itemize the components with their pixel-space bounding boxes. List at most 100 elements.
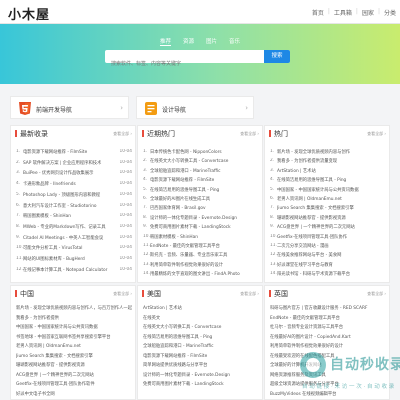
list-item[interactable]: 老男人资讯网 | OldmanEmu.net [16, 343, 132, 350]
item-title[interactable]: 巴西国家体育网 - Brasil.gov [150, 205, 240, 211]
item-title[interactable]: 全球船舶追踪和港口 - MarineTraffic [143, 343, 259, 349]
list-item[interactable]: 7. 巴西国家体育网 - Brasil.gov [143, 205, 259, 212]
item-title[interactable]: 韩国素材模板 - ShinHan [150, 234, 240, 240]
view-all-link[interactable]: 查看全部 › [113, 131, 132, 137]
item-title[interactable]: 斯托克 - 音频、乐量器、专业音乐家工具 [150, 252, 240, 258]
item-title[interactable]: 用最精炼的文字直观的图文讲出 - FindA.Photo [150, 271, 240, 277]
list-item[interactable]: 好派中文电子书全网 [16, 391, 132, 398]
list-item[interactable]: 10.韩国素材模板 - ShinHan [143, 234, 259, 241]
nav-home[interactable]: 首页 [312, 8, 324, 17]
item-title[interactable]: Citadel AI Meetings - 中英人工智能会议 [23, 235, 113, 241]
list-item[interactable]: 4. 卡通形象品牌 - Ilnefriends 10-04 [16, 181, 132, 188]
item-title[interactable]: 网站的UI图标素材库 - BugHerd [23, 256, 113, 262]
item-title[interactable]: 意大利汽车设计工作室 - Studiotorino [23, 203, 113, 209]
item-title[interactable]: 在线简洁易用的思维导图工具 - Ping [143, 334, 259, 340]
item-title[interactable]: 新片场 - 发现全球优质视频内容与创作 [277, 149, 367, 155]
item-title[interactable]: BuiPee - 优秀网页设计作品收集展示 [23, 170, 113, 176]
list-item[interactable]: 5. 中国国家 - 中国国家统计局与公共资讯数据 [270, 187, 386, 194]
list-item[interactable]: 6. 老男人资讯网 | OldmanEmu.net [270, 196, 386, 203]
list-item[interactable]: 书签地球 - 中国首家互联网书签共享搜索引擎平台 [16, 334, 132, 341]
view-all-link[interactable]: 查看全部 › [240, 291, 259, 297]
list-item[interactable]: 3. 全球船舶追踪和港口 - MarineTraffic [143, 168, 259, 175]
site-logo[interactable]: 小木屋 [8, 4, 50, 23]
list-item[interactable]: 5. 在线简洁易用的思维导图工具 - Ping [143, 187, 259, 194]
view-all-link[interactable]: 查看全部 › [240, 131, 259, 137]
item-title[interactable]: 电影资源下载网站推荐 - FilmSite [150, 177, 240, 183]
item-title[interactable]: 全球最好的AI图片在线生成工具 [150, 196, 240, 202]
list-item[interactable]: 免费可商用图片素材下载 - LandingStock [143, 381, 259, 388]
list-item[interactable]: 珊瑚影视网站推荐官 - 提供影视资源 [16, 362, 132, 369]
tab-music[interactable]: 音乐 [229, 37, 240, 46]
list-item[interactable]: 3. BuiPee - 优秀网页设计作品收集展示 10-04 [16, 170, 132, 177]
list-item[interactable]: 1. 新片场 - 发现全球优质视频内容与创作 [270, 149, 386, 156]
item-title[interactable]: 阳光读书馆 - 科研与学术资源下载平台 [277, 271, 367, 277]
item-title[interactable]: 电影资源下载网站推荐 - FilmSite [23, 149, 113, 155]
item-title[interactable]: ACG盘世界 | 一个精神世界的二次元网站 [277, 224, 367, 230]
list-item[interactable]: 4. 电影资源下载网站推荐 - FilmSite [143, 177, 259, 184]
list-item[interactable]: 科研与图片官方 | 官方收藏设计服务 - RED SCARF [270, 305, 386, 312]
item-title[interactable]: ArtStation | 艺术站 [143, 305, 259, 311]
list-item[interactable]: ACG盘世界 | 一个精神世界的二次元网站 [16, 372, 132, 379]
list-item[interactable]: 新片场 - 发现全球优质视频内容与创作人，与百万创作人一起成长 [16, 305, 132, 312]
item-title[interactable]: 设计师的一体化专题目录 - Evernote.Design [150, 215, 240, 221]
list-item[interactable]: 中国国家 - 中国国家统计局与公共资讯数据 [16, 324, 132, 331]
item-title[interactable]: 老男人资讯网 | OldmanEmu.net [277, 196, 367, 202]
tab-recommend[interactable]: 推荐 [160, 37, 172, 46]
item-title[interactable]: 杜马尔 - 音频专业设计资源与工具平台 [270, 324, 386, 330]
list-item[interactable]: 13.好派课堂在线学习平台与教育 [270, 262, 386, 269]
list-item[interactable]: 8. 设计师的一体化专题目录 - Evernote.Design [143, 215, 259, 222]
item-title[interactable]: 免费可商用图片素材下载 - LandingStock [143, 381, 259, 387]
item-title[interactable]: 书签地球 - 中国首家互联网书签共享搜索引擎平台 [16, 334, 132, 340]
item-title[interactable]: 好派课堂在线学习平台与教育 [277, 262, 367, 268]
item-title[interactable]: 在线简洁易用的思维导图工具 - Ping [277, 177, 367, 183]
item-title[interactable]: 在线记事本计算工具 - Notepad Calculator [23, 267, 113, 273]
item-title[interactable]: Geetfix-在线项目管理工具·团队协作软件 [16, 381, 132, 387]
item-title[interactable]: Jiumo Search 集集搜索 - 文档搜索引擎 [16, 353, 132, 359]
item-title[interactable]: 在线最好AI的图片设计 - CopiedAnd.Kart [270, 334, 386, 340]
item-title[interactable]: 日本传统色卡配色网 - NipponColors [150, 149, 240, 155]
list-item[interactable]: 14.用最精炼的文字直观的图文讲出 - FindA.Photo [143, 271, 259, 278]
list-item[interactable]: 4. 在线简洁易用的思维导图工具 - Ping [270, 177, 386, 184]
list-item[interactable]: 杜马尔 - 音频专业设计资源与工具平台 [270, 324, 386, 331]
item-title[interactable]: ArtStation | 艺术站 [277, 168, 367, 174]
item-title[interactable]: 设计师的一体化专题目录 - Evernote.Design [143, 372, 259, 378]
list-item[interactable]: 设计师的一体化专题目录 - Evernote.Design [143, 372, 259, 379]
item-title[interactable]: 我看多 - 为创作者提供 [16, 315, 132, 321]
feature-frontend-nav[interactable]: 前端开发导航 › [10, 96, 129, 119]
item-title[interactable]: 中国国家 - 中国国家统计局与公共资讯数据 [16, 324, 132, 330]
item-title[interactable]: 利用简单软件制作视觉效果很好的设计 [150, 262, 240, 268]
list-item[interactable]: 10.可能文件分析工具 - VirusTotal 10-04 [16, 245, 132, 252]
item-title[interactable]: 新片场 - 发现全球优质视频内容与创作人，与百万创作人一起成长 [16, 305, 132, 311]
list-item[interactable]: 2. SAP 软件解决方案 | 企业应用程序和技术 10-04 [16, 160, 132, 167]
list-item[interactable]: Geetfix-在线项目管理工具·团队协作软件 [16, 381, 132, 388]
item-title[interactable]: 卡通形象品牌 - Ilnefriends [23, 181, 113, 187]
list-item[interactable]: 电影资源下载网站推荐 - FilmSite [143, 353, 259, 360]
list-item[interactable]: 全球船舶追踪和港口 - MarineTraffic [143, 343, 259, 350]
list-item[interactable]: 7. 韩国图素模板 - ShinHan 10-04 [16, 213, 132, 220]
list-item[interactable]: 在线最好AI的图片设计 - CopiedAnd.Kart [270, 334, 386, 341]
list-item[interactable]: 6. 意大利汽车设计工作室 - Studiotorino 10-04 [16, 203, 132, 210]
list-item[interactable]: 12.在线美食推荐网站与平台 - 美食网 [270, 252, 386, 259]
list-item[interactable]: 9. 免费可商用图片素材下载 - LandingStock [143, 224, 259, 231]
list-item[interactable]: 5. Photoshop Lady - 顶级图形内容和教程 10-04 [16, 192, 132, 199]
list-item[interactable]: 简单网站提供优质线路与分享平台 [143, 362, 259, 369]
list-item[interactable]: 11.二次元分享交流网站 - 漫画 [270, 243, 386, 250]
nav-category[interactable]: 分类 [384, 8, 396, 17]
item-title[interactable]: 珊瑚影视网站推荐官 - 提供影视资源 [277, 215, 367, 221]
item-title[interactable]: 我看多 - 为创作者提供流量变现 [277, 158, 367, 164]
item-title[interactable]: 老男人资讯网 | OldmanEmu.net [16, 343, 132, 349]
search-input[interactable] [105, 57, 255, 71]
item-title[interactable]: 电影资源下载网站推荐 - FilmSite [143, 353, 259, 359]
item-title[interactable]: 在线英文大小写转换工具 - Convertcase [150, 158, 240, 164]
item-title[interactable]: 中国国家 - 中国国家统计局与公共资讯数据 [277, 187, 367, 193]
item-title[interactable]: ACG盘世界 | 一个精神世界的二次元网站 [16, 372, 132, 378]
item-title[interactable]: Jiumo Search 集集搜索 - 文档搜索引擎 [277, 205, 367, 211]
item-title[interactable]: 免费可商用图片素材下载 - LandingStock [150, 224, 240, 230]
list-item[interactable]: 在线英文 [143, 315, 259, 322]
list-item[interactable]: 7. Jiumo Search 集集搜索 - 文档搜索引擎 [270, 205, 386, 212]
list-item[interactable]: 13.利用简单软件制作视觉效果很好的设计 [143, 262, 259, 269]
item-title[interactable]: MWeb - 专业的Markdown写作、记录工具 [23, 224, 113, 230]
tab-resources[interactable]: 资源 [183, 37, 194, 46]
view-all-link[interactable]: 查看全部 › [113, 291, 132, 297]
search-button[interactable]: 搜索 [264, 50, 290, 63]
